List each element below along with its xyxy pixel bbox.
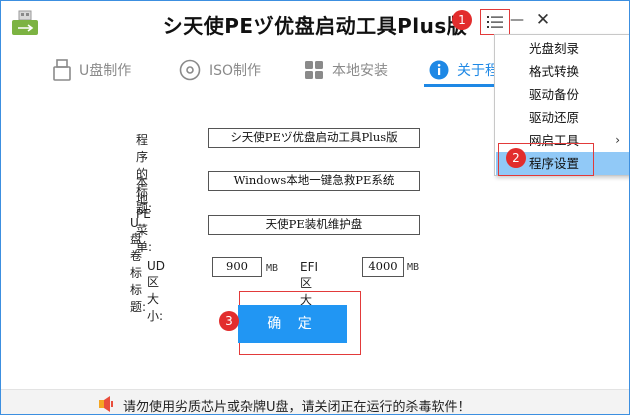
windows-grid-icon [305, 61, 323, 79]
usb-volume-label: U盘卷标标题: [130, 216, 147, 314]
efi-size-unit: MB [407, 262, 420, 273]
annotation-badge-1: 1 [452, 10, 472, 30]
list-menu-icon [487, 16, 503, 28]
efi-size-field[interactable]: 4000 [362, 257, 404, 277]
tab-label: U盘制作 [79, 63, 132, 79]
tab-label: ISO制作 [209, 63, 262, 79]
submenu-arrow-icon: › [615, 133, 620, 147]
info-icon [429, 60, 449, 80]
menu-item-disc-burn[interactable]: 光盘刻录 [496, 37, 629, 60]
disc-icon [179, 59, 201, 81]
menu-item-driver-backup[interactable]: 驱动备份 [496, 83, 629, 106]
tab-usb-make[interactable]: U盘制作 [53, 53, 131, 87]
menu-item-label: 格式转换 [529, 64, 580, 79]
speaker-icon [99, 396, 113, 412]
local-pe-menu-field[interactable]: Windows本地一键急救PE系统 [208, 171, 420, 191]
tab-local-install[interactable]: 本地安装 [304, 53, 388, 87]
close-button[interactable]: ✕ [531, 7, 555, 33]
annotation-badge-2: 2 [506, 148, 526, 168]
menu-item-label: 驱动备份 [529, 87, 580, 102]
usb-volume-field[interactable]: 天使PE装机维护盘 [208, 215, 420, 235]
minimize-button[interactable]: — [510, 7, 524, 33]
tab-label: 关于程 [457, 63, 499, 79]
app-window: シ天使PEヅ优盘启动工具Plus版 — ✕ 1 U盘制作 ISO制作 本地安装 … [0, 0, 630, 415]
usb-drive-icon [53, 59, 71, 81]
tab-iso-make[interactable]: ISO制作 [179, 53, 261, 87]
menu-item-label: 驱动还原 [529, 110, 580, 125]
menu-item-format-convert[interactable]: 格式转换 [496, 60, 629, 83]
active-tab-indicator [424, 84, 494, 87]
confirm-button[interactable]: 确 定 [238, 305, 347, 343]
menu-item-label: 光盘刻录 [529, 41, 580, 56]
ud-size-field[interactable]: 900 [212, 257, 262, 277]
status-message: 请勿使用劣质芯片或杂牌U盘，请关闭正在运行的杀毒软件！ [123, 400, 471, 415]
annotation-badge-3: 3 [219, 311, 239, 331]
menu-item-driver-restore[interactable]: 驱动还原 [496, 106, 629, 129]
tab-label: 本地安装 [332, 63, 388, 79]
ud-size-label: UD区大小: [147, 259, 166, 323]
main-menu-button[interactable] [480, 9, 510, 35]
ud-size-unit: MB [266, 263, 279, 274]
status-bar: 请勿使用劣质芯片或杂牌U盘，请关闭正在运行的杀毒软件！ [1, 389, 629, 415]
tab-about[interactable]: 关于程 [429, 53, 499, 87]
program-title-field[interactable]: シ天使PEヅ优盘启动工具Plus版 [208, 128, 420, 148]
